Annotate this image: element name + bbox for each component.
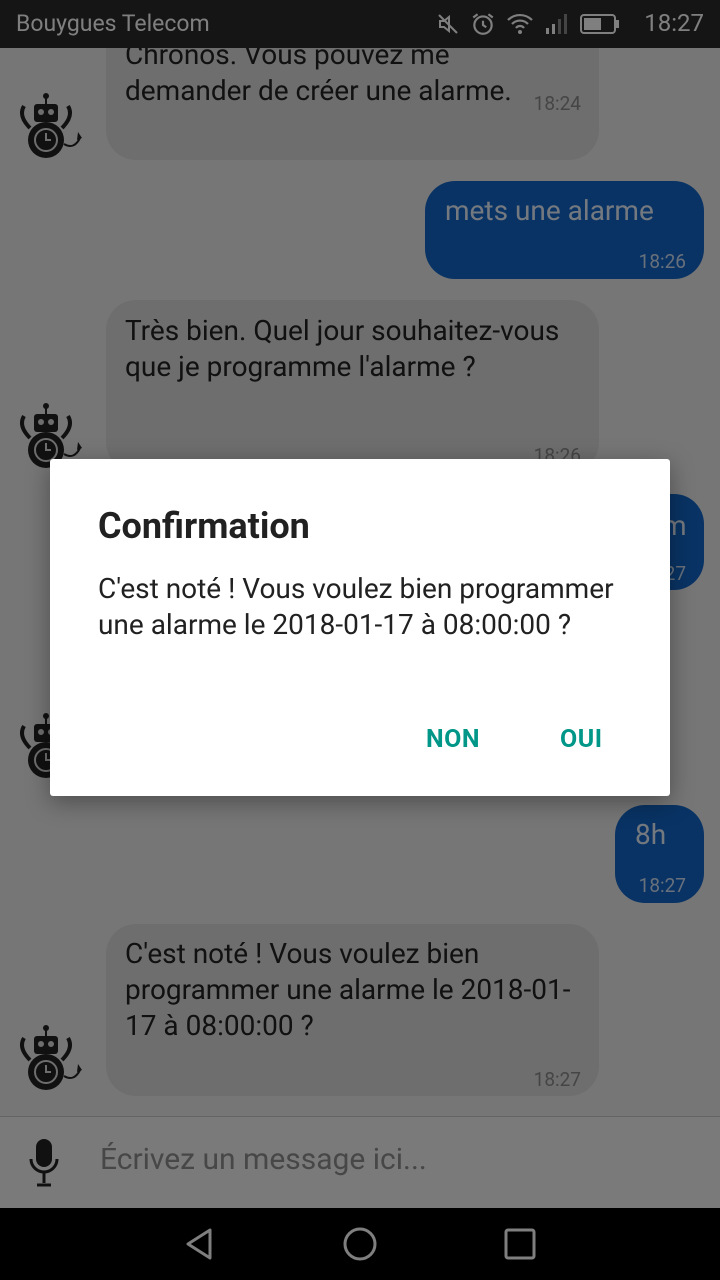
confirmation-dialog: Confirmation C'est noté ! Vous voulez bi… xyxy=(50,459,670,796)
dialog-message: C'est noté ! Vous voulez bien programmer… xyxy=(98,572,614,641)
oui-button[interactable]: OUI xyxy=(560,725,603,754)
non-button[interactable]: NON xyxy=(426,725,480,754)
dialog-title: Confirmation xyxy=(98,505,310,547)
